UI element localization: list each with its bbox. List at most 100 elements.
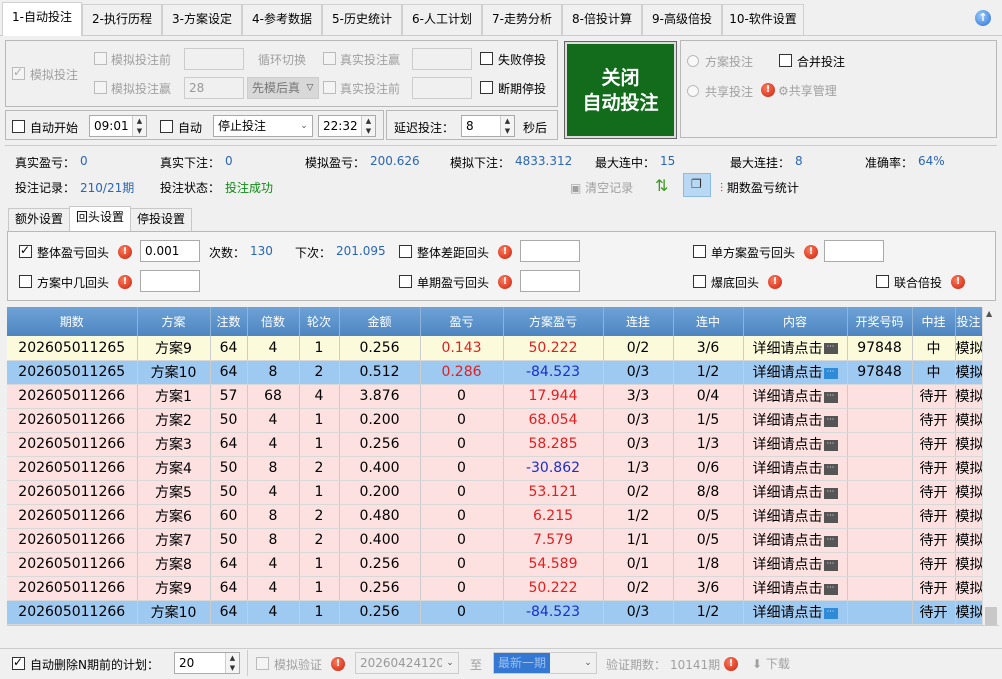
table-row[interactable]: 202605011265 方案9 64 4 1 0.256 0.143 50.222 0/2 3/…: [7, 336, 982, 361]
scroll-thumb[interactable]: [985, 607, 997, 625]
table-row[interactable]: 202605011266 方案4 50 8 2 0.400 0 -30.862 1/3 0/6 详细…: [7, 456, 982, 481]
detail-cell[interactable]: 详细请点击 ···: [743, 360, 848, 385]
detail-cell[interactable]: 详细请点击 ···: [743, 432, 848, 457]
tab-multiplier[interactable]: 8-倍投计算: [562, 4, 642, 35]
auto-delete-input[interactable]: 20 ▲ ▼: [174, 652, 240, 674]
auto-delete-spinner[interactable]: ▲ ▼: [225, 653, 239, 673]
stop-time-input[interactable]: 22:32 ▲ ▼: [318, 115, 376, 137]
whole-pl-input[interactable]: 0.001: [140, 240, 200, 262]
col-notes[interactable]: 注数: [210, 307, 248, 336]
tab-trend[interactable]: 7-走势分析: [482, 4, 562, 35]
time-spinner[interactable]: ▲ ▼: [361, 116, 375, 136]
whole-gap-checkbox[interactable]: [399, 245, 412, 258]
more-icon[interactable]: ···: [823, 415, 838, 427]
more-icon[interactable]: ···: [823, 343, 838, 355]
plan-nth-input[interactable]: [140, 270, 200, 292]
detail-cell[interactable]: 详细请点击 ···: [743, 600, 848, 625]
single-plan-input[interactable]: [824, 240, 884, 262]
col-hit[interactable]: 中挂: [912, 307, 956, 336]
col-amount[interactable]: 金额: [339, 307, 421, 336]
scroll-up-icon[interactable]: ▲: [986, 309, 992, 318]
auto-start-checkbox[interactable]: [12, 120, 25, 133]
break-stop-checkbox[interactable]: [480, 81, 493, 94]
copy-window-button[interactable]: ❐: [683, 173, 711, 197]
more-icon[interactable]: ···: [823, 583, 838, 595]
col-bet[interactable]: 投注: [955, 307, 982, 336]
start-time-input[interactable]: 09:01 ▲ ▼: [89, 115, 147, 137]
detail-cell[interactable]: 详细请点击 ···: [743, 480, 848, 505]
period-stats-button[interactable]: ⫶ 期数盈亏统计: [720, 179, 799, 196]
single-plan-checkbox[interactable]: [693, 245, 706, 258]
detail-cell[interactable]: 详细请点击 ···: [743, 408, 848, 433]
sim-before-input[interactable]: [184, 48, 244, 70]
sim-before-checkbox[interactable]: [94, 52, 107, 65]
plan-nth-checkbox[interactable]: [19, 275, 32, 288]
delay-input[interactable]: 8 ▲ ▼: [461, 115, 515, 137]
detail-link[interactable]: 详细请点击: [753, 485, 823, 501]
more-icon[interactable]: ···: [823, 511, 838, 523]
more-icon[interactable]: ···: [823, 607, 838, 619]
sim-win-checkbox[interactable]: [94, 81, 107, 94]
share-manage-button[interactable]: ⚙共享管理: [778, 82, 837, 99]
detail-link[interactable]: 详细请点击: [753, 533, 823, 549]
download-button[interactable]: ⬇ 下载: [752, 655, 790, 672]
tab-settings[interactable]: 10-软件设置: [722, 4, 804, 35]
tab-plan-setting[interactable]: 3-方案设定: [162, 4, 242, 35]
table-row[interactable]: 202605011266 方案10 64 4 1 0.256 0 -84.523 0/3 1/2 详…: [7, 600, 982, 625]
merge-bet-checkbox[interactable]: [779, 54, 792, 67]
single-period-input[interactable]: [520, 270, 580, 292]
detail-link[interactable]: 详细请点击: [753, 413, 823, 429]
more-icon[interactable]: ···: [823, 367, 838, 379]
more-icon[interactable]: ···: [823, 535, 838, 547]
col-period[interactable]: 期数: [7, 307, 138, 336]
tab-manual[interactable]: 6-人工计划: [402, 4, 482, 35]
real-win-input[interactable]: [412, 48, 472, 70]
to-select[interactable]: 最新一期 ⌄: [493, 652, 597, 674]
real-win-checkbox[interactable]: [323, 52, 336, 65]
table-row[interactable]: 202605011266 方案6 60 8 2 0.480 0 6.215 1/2 0/5 详细请点…: [7, 504, 982, 529]
col-content[interactable]: 内容: [743, 307, 848, 336]
help-icon[interactable]: ↑: [975, 10, 991, 26]
table-row[interactable]: 202605011265 方案10 64 8 2 0.512 0.286 -84.523 0/3…: [7, 360, 982, 385]
more-icon[interactable]: ···: [823, 463, 838, 475]
detail-link[interactable]: 详细请点击: [753, 461, 823, 477]
detail-link[interactable]: 详细请点击: [753, 437, 823, 453]
single-period-checkbox[interactable]: [399, 275, 412, 288]
col-plan-pl[interactable]: 方案盈亏: [503, 307, 604, 336]
table-row[interactable]: 202605011266 方案8 64 4 1 0.256 0 54.589 0/1 1/8 详细请…: [7, 552, 982, 577]
detail-cell[interactable]: 详细请点击 ···: [743, 552, 848, 577]
detail-cell[interactable]: 详细请点击 ···: [743, 528, 848, 553]
table-row[interactable]: 202605011266 方案3 64 4 1 0.256 0 58.285 0/3 1/3 详细请…: [7, 432, 982, 457]
more-icon[interactable]: ···: [823, 439, 838, 451]
auto-checkbox[interactable]: [160, 120, 173, 133]
sort-arrows-icon[interactable]: ⇅: [655, 176, 668, 195]
whole-pl-checkbox[interactable]: [19, 243, 32, 258]
detail-cell[interactable]: 详细请点击 ···: [743, 336, 848, 361]
subtab-stopset[interactable]: 停投设置: [130, 208, 193, 231]
real-before-checkbox[interactable]: [323, 81, 336, 94]
joint-checkbox[interactable]: [876, 275, 889, 288]
whole-gap-input[interactable]: [520, 240, 580, 262]
col-draw[interactable]: 开奖号码: [847, 307, 913, 336]
col-round[interactable]: 轮次: [299, 307, 340, 336]
col-mult[interactable]: 倍数: [247, 307, 300, 336]
col-pl[interactable]: 盈亏: [420, 307, 504, 336]
detail-cell[interactable]: 详细请点击 ···: [743, 504, 848, 529]
detail-cell[interactable]: 详细请点击 ···: [743, 456, 848, 481]
detail-cell[interactable]: 详细请点击 ···: [743, 576, 848, 601]
auto-delete-checkbox[interactable]: [12, 655, 25, 670]
table-row[interactable]: 202605011266 方案2 50 4 1 0.200 0 68.054 0/3 1/5 详细请…: [7, 408, 982, 433]
tab-stats[interactable]: 5-历史统计: [322, 4, 402, 35]
col-losses[interactable]: 连挂: [603, 307, 674, 336]
toggle-auto-bet-button[interactable]: 关闭 自动投注: [564, 41, 677, 139]
detail-link[interactable]: 详细请点击: [753, 365, 823, 381]
table-row[interactable]: 202605011266 方案1 57 68 4 3.876 0 17.944 3/3 0/4 详细…: [7, 384, 982, 409]
tab-advanced[interactable]: 9-高级倍投: [642, 4, 722, 35]
more-icon[interactable]: ···: [823, 391, 838, 403]
table-row[interactable]: 202605011266 方案5 50 4 1 0.200 0 53.121 0/2 8/8 详细请…: [7, 480, 982, 505]
table-row[interactable]: 202605011266 方案7 50 8 2 0.400 0 7.579 1/1 0/5 详细请点…: [7, 528, 982, 553]
from-date-select[interactable]: 20260424120 ⌄: [355, 652, 459, 674]
sim-verify-checkbox[interactable]: [256, 657, 269, 670]
order-select[interactable]: 先模后真 ▽: [247, 77, 319, 99]
more-icon[interactable]: ···: [823, 487, 838, 499]
